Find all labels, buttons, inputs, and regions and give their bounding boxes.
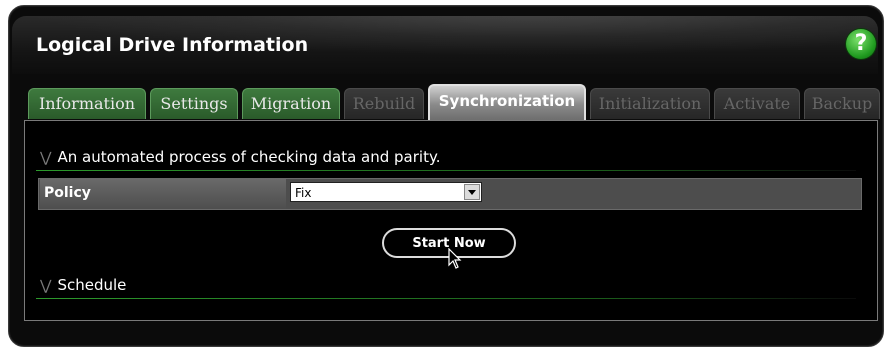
help-icon[interactable]: ? (846, 29, 876, 59)
tab-initialization: Initialization (590, 88, 710, 119)
policy-select[interactable]: Fix (290, 182, 482, 202)
tab-information[interactable]: Information (28, 88, 146, 119)
chevron-down-icon[interactable] (464, 184, 480, 200)
description-text: An automated process of checking data an… (57, 148, 441, 166)
tab-bar: Information Settings Migration Rebuild S… (28, 84, 888, 120)
window-title: Logical Drive Information (36, 34, 309, 56)
tab-activate: Activate (714, 88, 800, 119)
schedule-label: Schedule (57, 276, 127, 294)
mouse-cursor-icon (448, 248, 462, 269)
tab-synchronization[interactable]: Synchronization (428, 84, 586, 120)
tab-settings[interactable]: Settings (150, 88, 238, 119)
policy-label: Policy (40, 178, 286, 209)
tab-rebuild: Rebuild (344, 88, 424, 119)
chevron-down-icon: ⋁ (40, 278, 52, 294)
section-divider (36, 170, 856, 171)
tab-migration[interactable]: Migration (242, 88, 340, 119)
section-divider (36, 298, 856, 299)
tab-backup: Backup (804, 88, 880, 119)
policy-select-value: Fix (295, 186, 312, 200)
schedule-heading[interactable]: ⋁ Schedule (40, 276, 126, 294)
chevron-down-icon: ⋁ (40, 150, 52, 166)
description-heading: ⋁ An automated process of checking data a… (40, 148, 440, 166)
